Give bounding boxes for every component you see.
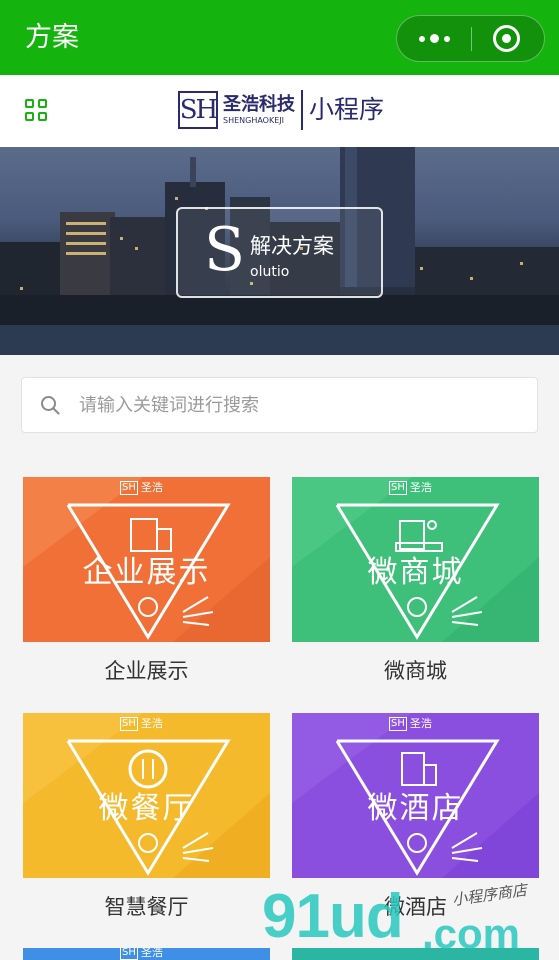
banner-title-box: S 解决方案 olutio <box>176 207 383 298</box>
banner-subtitle: olutio <box>250 264 290 280</box>
top-bar: 方案 <box>0 0 559 75</box>
app-header: SH 圣浩科技 SHENGHAOKEJI 小程序 <box>0 75 559 147</box>
card-brand: SH 圣浩 <box>389 717 432 731</box>
card-label: 智慧餐厅 <box>104 895 189 919</box>
logo-mark: SH <box>178 91 218 129</box>
watermark: 91ud .com 小程序商店 <box>262 880 559 960</box>
solution-card-enterprise[interactable]: SH 圣浩 企业展示 企业展示 <box>23 477 270 709</box>
card-image-title: 企业展示 <box>82 555 211 590</box>
close-circle-icon[interactable] <box>493 25 520 52</box>
card-brand: SH 圣浩 <box>120 481 163 495</box>
card-brand: SH 圣浩 <box>389 481 432 495</box>
page-title: 方案 <box>25 22 79 53</box>
brand-logo: SH 圣浩科技 SHENGHAOKEJI 小程序 <box>178 89 384 131</box>
hero-banner[interactable]: S 解决方案 olutio <box>0 147 559 355</box>
card-image: SH 圣浩 微酒店 <box>292 713 539 878</box>
search-icon <box>41 396 60 415</box>
solution-card-partial[interactable]: SH 圣浩 <box>23 948 270 960</box>
card-image: SH 圣浩 微商城 <box>292 477 539 642</box>
card-image-title: 微商城 <box>367 555 464 590</box>
card-image-title: 微酒店 <box>367 791 464 826</box>
banner-letter: S <box>204 215 246 285</box>
search-bar[interactable]: 请输入关键词进行搜索 <box>21 377 538 433</box>
capsule-menu <box>396 15 545 62</box>
logo-company-pinyin: SHENGHAOKEJI <box>223 116 284 125</box>
logo-company-name: 圣浩科技 <box>223 94 295 115</box>
banner-title: 解决方案 <box>250 234 334 258</box>
watermark-tag: 小程序商店 <box>451 880 528 910</box>
capsule-divider <box>471 27 472 51</box>
card-label: 企业展示 <box>104 659 189 683</box>
card-label: 微商城 <box>384 659 447 683</box>
watermark-domain: .com <box>422 910 521 957</box>
solution-card-mall[interactable]: SH 圣浩 微商城 微商城 <box>292 477 539 709</box>
logo-divider <box>301 90 303 130</box>
card-brand: SH 圣浩 <box>120 948 163 960</box>
grid-menu-icon[interactable] <box>25 99 47 121</box>
card-image-title: 微餐厅 <box>98 791 195 826</box>
watermark-main: 91ud <box>262 882 404 951</box>
card-brand: SH 圣浩 <box>120 717 163 731</box>
logo-subtitle: 小程序 <box>309 95 385 124</box>
solution-card-restaurant[interactable]: SH 圣浩 微餐厅 智慧餐厅 <box>23 713 270 945</box>
search-input[interactable]: 请输入关键词进行搜索 <box>79 394 259 418</box>
more-dots-icon <box>418 35 425 42</box>
more-button[interactable] <box>397 16 471 61</box>
card-image: SH 圣浩 微餐厅 <box>23 713 270 878</box>
card-image: SH 圣浩 企业展示 <box>23 477 270 642</box>
